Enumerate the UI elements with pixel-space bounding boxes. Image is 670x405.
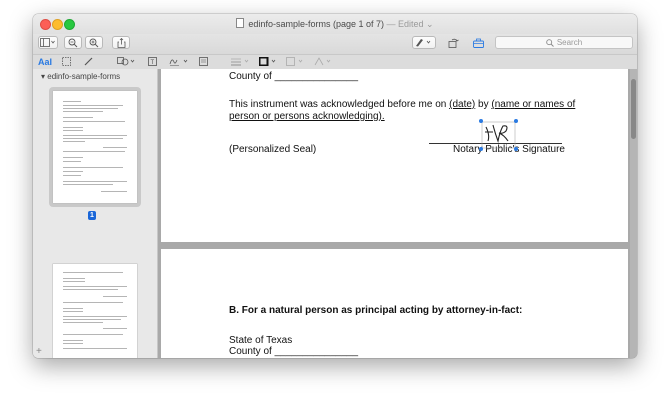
- acknowledgment-line-2: person or persons acknowledging).: [229, 111, 385, 122]
- page-thumbnail-2[interactable]: [53, 264, 137, 358]
- sign-tool[interactable]: [169, 57, 191, 68]
- sketch-icon: [84, 57, 93, 66]
- selection-handle-bottom-right[interactable]: [514, 147, 518, 151]
- toolbox-button[interactable]: [469, 36, 487, 49]
- border-color-icon: [258, 56, 276, 67]
- thumbnail-sidebar: ▾ edinfo-sample-forms 1 +: [33, 69, 158, 358]
- fill-color-icon: [286, 57, 303, 66]
- markup-toolbar: AaI T: [33, 54, 637, 70]
- rectangle-select-icon: [62, 57, 71, 66]
- rotate-icon: [448, 38, 459, 48]
- zoom-in-icon: [89, 38, 99, 47]
- section-b-heading: B. For a natural person as principal act…: [229, 305, 523, 316]
- ack-by: by: [475, 99, 492, 110]
- document-icon: [236, 18, 245, 28]
- zoom-out-icon: [68, 38, 78, 47]
- sidebar-toggle-button[interactable]: [38, 36, 58, 49]
- preview-window: edinfo-sample-forms (page 1 of 7) — Edit…: [33, 14, 637, 358]
- acknowledgment-line-1: This instrument was acknowledged before …: [229, 99, 575, 110]
- markup-pen-button[interactable]: [412, 36, 436, 49]
- current-page-badge: 1: [88, 211, 96, 220]
- zoom-out-button[interactable]: [64, 36, 82, 49]
- line-style-tool[interactable]: [231, 57, 251, 68]
- document-page-1: County of _______________ This instrumen…: [161, 69, 628, 242]
- search-placeholder: Search: [556, 38, 583, 47]
- text-selection-tool[interactable]: AaI: [38, 57, 52, 67]
- signature-image: [481, 121, 516, 149]
- add-page-button[interactable]: +: [36, 346, 42, 357]
- text-style-icon: [314, 57, 331, 66]
- zoom-in-button[interactable]: [85, 36, 103, 49]
- sidebar-title-text: edinfo-sample-forms: [47, 72, 121, 81]
- note-icon: [199, 57, 208, 66]
- title-bar[interactable]: edinfo-sample-forms (page 1 of 7) — Edit…: [33, 14, 637, 34]
- sidebar-document-title[interactable]: ▾ edinfo-sample-forms: [41, 72, 120, 81]
- share-button[interactable]: [112, 36, 130, 49]
- sketch-tool[interactable]: [84, 57, 94, 68]
- rect-selection-tool[interactable]: [62, 57, 71, 68]
- document-page-2: B. For a natural person as principal act…: [161, 249, 628, 358]
- line-style-icon: [231, 58, 249, 66]
- county-line: County of _______________: [229, 71, 359, 82]
- selection-handle-bottom-left[interactable]: [479, 147, 483, 151]
- ack-text: This instrument was acknowledged before …: [229, 99, 450, 110]
- shapes-tool[interactable]: [117, 57, 137, 68]
- toolbar: Search: [33, 34, 637, 54]
- page-thumbnail-1[interactable]: [53, 91, 137, 203]
- search-field[interactable]: Search: [495, 36, 633, 49]
- text-box-tool[interactable]: T: [148, 57, 157, 68]
- county-line-2: County of _______________: [229, 346, 359, 357]
- share-icon: [117, 37, 125, 48]
- personalized-seal-label: (Personalized Seal): [229, 144, 317, 155]
- note-tool[interactable]: [199, 57, 208, 68]
- toolbox-icon: [472, 38, 484, 48]
- selection-handle-top-left[interactable]: [479, 119, 483, 123]
- disclosure-triangle-icon[interactable]: ▾: [41, 72, 45, 81]
- text-box-icon: T: [148, 57, 157, 66]
- edited-status[interactable]: — Edited ⌄: [387, 19, 434, 29]
- shapes-icon: [117, 57, 135, 66]
- window-title: edinfo-sample-forms (page 1 of 7) — Edit…: [33, 18, 637, 30]
- text-style-tool[interactable]: [314, 57, 334, 68]
- ack-name: (name or names of: [491, 99, 576, 110]
- state-line: State of Texas: [229, 335, 293, 346]
- vertical-scrollbar[interactable]: [630, 69, 637, 358]
- pen-icon: [416, 39, 431, 47]
- sidebar-icon: [40, 38, 55, 47]
- signature-icon: [169, 59, 188, 66]
- ack-date: (date): [449, 99, 476, 110]
- fill-color-tool[interactable]: [286, 57, 306, 68]
- rotate-button[interactable]: [444, 36, 462, 49]
- document-view[interactable]: County of _______________ This instrumen…: [158, 69, 637, 358]
- signature-annotation[interactable]: [479, 119, 518, 151]
- selection-handle-top-right[interactable]: [514, 119, 518, 123]
- border-color-tool[interactable]: [258, 56, 279, 68]
- svg-text:T: T: [151, 60, 155, 66]
- scrollbar-thumb[interactable]: [631, 79, 636, 139]
- window-title-text: edinfo-sample-forms (page 1 of 7): [248, 19, 384, 29]
- search-icon: [546, 38, 554, 47]
